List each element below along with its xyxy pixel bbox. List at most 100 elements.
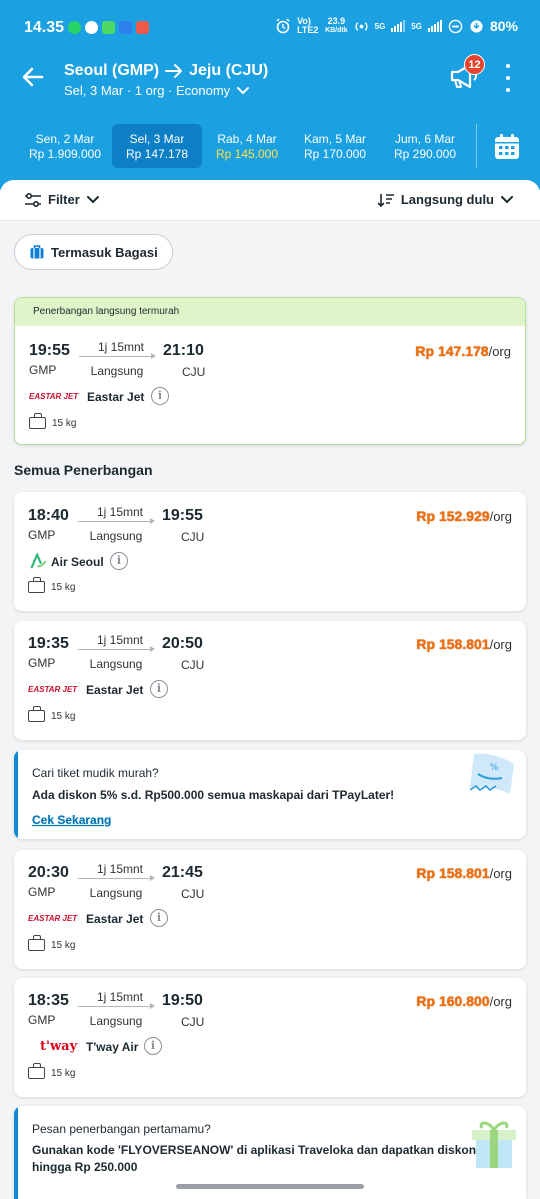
- duration-line: [78, 646, 155, 652]
- info-icon[interactable]: i: [151, 387, 169, 405]
- duration-line: [78, 875, 155, 881]
- speed-unit: KB/dtk: [325, 27, 348, 34]
- destination-label: Jeju (CJU): [189, 62, 269, 79]
- flight-price: Rp 158.801/org: [416, 865, 512, 881]
- flight-card[interactable]: 20:30 GMP 1j 15mnt Langsung 21:45 CJU Rp…: [14, 850, 526, 969]
- arrival-airport: CJU: [181, 658, 205, 672]
- flight-card[interactable]: 18:40 GMP 1j 15mnt Langsung 19:55 CJU Rp…: [14, 492, 526, 611]
- date-selector: Sen, 2 Mar Rp 1.909.000 Sel, 3 Mar Rp 14…: [20, 124, 472, 168]
- baggage-allowance: 15 kg: [29, 413, 77, 429]
- notification-icons: [68, 21, 149, 34]
- gesture-bar[interactable]: [176, 1184, 364, 1189]
- transit-type: Langsung: [89, 886, 143, 900]
- departure-airport: GMP: [28, 528, 56, 542]
- svg-text:%: %: [490, 763, 499, 773]
- hotspot-icon: [355, 21, 368, 31]
- baggage-icon: [29, 413, 46, 429]
- price-unit: /org: [488, 344, 511, 359]
- promo-count-badge: 12: [464, 54, 485, 75]
- signal-icon: [427, 20, 442, 32]
- cheapest-direct-flight-card[interactable]: Penerbangan langsung termurah 19:55 GMP …: [14, 297, 526, 445]
- price-unit: /org: [489, 509, 512, 524]
- arrival-time: 20:50: [162, 635, 203, 652]
- baggage-icon: [28, 935, 45, 951]
- speed-indicator: 23.9 KB/dtk: [325, 17, 348, 35]
- info-icon[interactable]: i: [150, 680, 168, 698]
- whatsapp-icon: [68, 21, 81, 34]
- transit-type: Langsung: [90, 364, 144, 378]
- baggage-icon: [28, 706, 45, 722]
- baggage-weight: 15 kg: [52, 417, 77, 429]
- date-day: Kam, 5 Mar: [303, 132, 366, 146]
- flight-price: Rp 160.800/org: [416, 993, 512, 1009]
- divider: [0, 220, 540, 221]
- transit-type: Langsung: [89, 1014, 143, 1028]
- sync-icon: [470, 19, 483, 33]
- info-icon[interactable]: i: [110, 552, 128, 570]
- airline-name: Eastar Jet: [87, 390, 145, 404]
- gift-box-illustration: [472, 1121, 516, 1168]
- arrival-airport: CJU: [182, 365, 206, 379]
- net2-label: 5G: [411, 21, 422, 31]
- arrival-time: 19:50: [162, 992, 203, 1009]
- duration-line: [78, 1003, 155, 1009]
- promo-description: Gunakan kode 'FLYOVERSEANOW' di aplikasi…: [32, 1143, 477, 1174]
- alarm-icon: [276, 18, 290, 34]
- baggage-filter-chip[interactable]: Termasuk Bagasi: [14, 234, 173, 270]
- eastar-jet-logo: EASTAR JET: [28, 913, 78, 923]
- status-time: 14.35: [24, 19, 65, 36]
- promo-title: Cari tiket mudik murah?: [32, 766, 159, 780]
- chip-label: Termasuk Bagasi: [51, 244, 158, 260]
- eastar-jet-logo: EASTAR JET: [29, 391, 79, 401]
- flight-price: Rp 152.929/org: [416, 508, 512, 524]
- flight-duration: 1j 15mnt: [96, 862, 144, 876]
- cheapest-label: Penerbangan langsung termurah: [15, 298, 525, 326]
- app-icon: [119, 21, 132, 34]
- section-title: Semua Penerbangan: [14, 462, 153, 478]
- filter-label: Filter: [48, 192, 80, 207]
- network-label: Vo) LTE2: [297, 16, 319, 35]
- sort-icon: [377, 193, 394, 207]
- dnd-icon: [448, 19, 463, 33]
- origin-label: Seoul (GMP): [64, 62, 160, 79]
- date-price: Rp 1.909.000: [28, 147, 102, 161]
- baggage-weight: 15 kg: [51, 939, 76, 951]
- flight-card[interactable]: 19:35 GMP 1j 15mnt Langsung 20:50 CJU Rp…: [14, 621, 526, 740]
- date-tab[interactable]: Rab, 4 Mar Rp 145.000: [202, 124, 292, 168]
- back-arrow-icon[interactable]: [18, 62, 48, 92]
- flight-price: Rp 158.801/org: [416, 636, 512, 652]
- check-now-link[interactable]: Cek Sekarang: [32, 813, 111, 827]
- discount-ticket-illustration: %: [469, 753, 514, 794]
- battery-level: 80%: [489, 18, 518, 34]
- info-icon[interactable]: i: [144, 1037, 162, 1055]
- sort-button[interactable]: Langsung dulu: [377, 192, 514, 207]
- date-tab-selected[interactable]: Sel, 3 Mar Rp 147.178: [112, 124, 202, 168]
- baggage-weight: 15 kg: [51, 1067, 76, 1079]
- departure-time: 20:30: [28, 864, 69, 881]
- more-options-icon[interactable]: [498, 64, 518, 92]
- route-title[interactable]: Seoul (GMP) Jeju (CJU): [64, 62, 268, 80]
- promo-banner-paylater[interactable]: Cari tiket mudik murah? Ada diskon 5% s.…: [14, 750, 526, 839]
- date-tab[interactable]: Kam, 5 Mar Rp 170.000: [290, 124, 380, 168]
- price-value: Rp 160.800: [416, 993, 490, 1009]
- airline-name: Air Seoul: [51, 555, 104, 569]
- baggage-weight: 15 kg: [51, 710, 76, 722]
- flight-price: Rp 147.178/org: [415, 343, 511, 359]
- date-tab[interactable]: Jum, 6 Mar Rp 290.000: [380, 124, 470, 168]
- baggage-icon: [28, 577, 45, 593]
- promo-title: Pesan penerbangan pertamamu?: [32, 1122, 211, 1136]
- baggage-allowance: 15 kg: [28, 706, 76, 722]
- departure-time: 19:55: [29, 342, 70, 359]
- info-icon[interactable]: i: [150, 909, 168, 927]
- chevron-down-icon: [86, 195, 99, 203]
- transit-type: Langsung: [89, 529, 143, 543]
- calendar-icon[interactable]: [492, 132, 522, 162]
- airline-name: T'way Air: [86, 1040, 139, 1054]
- flight-card[interactable]: 18:35 GMP 1j 15mnt Langsung 19:50 CJU Rp…: [14, 978, 526, 1097]
- sort-label: Langsung dulu: [400, 192, 494, 207]
- departure-airport: GMP: [28, 656, 56, 670]
- suitcase-icon: [30, 245, 44, 259]
- filter-button[interactable]: Filter: [24, 192, 100, 207]
- date-tab[interactable]: Sen, 2 Mar Rp 1.909.000: [20, 124, 110, 168]
- trip-summary[interactable]: Sel, 3 Mar · 1 org · Economy: [64, 83, 250, 98]
